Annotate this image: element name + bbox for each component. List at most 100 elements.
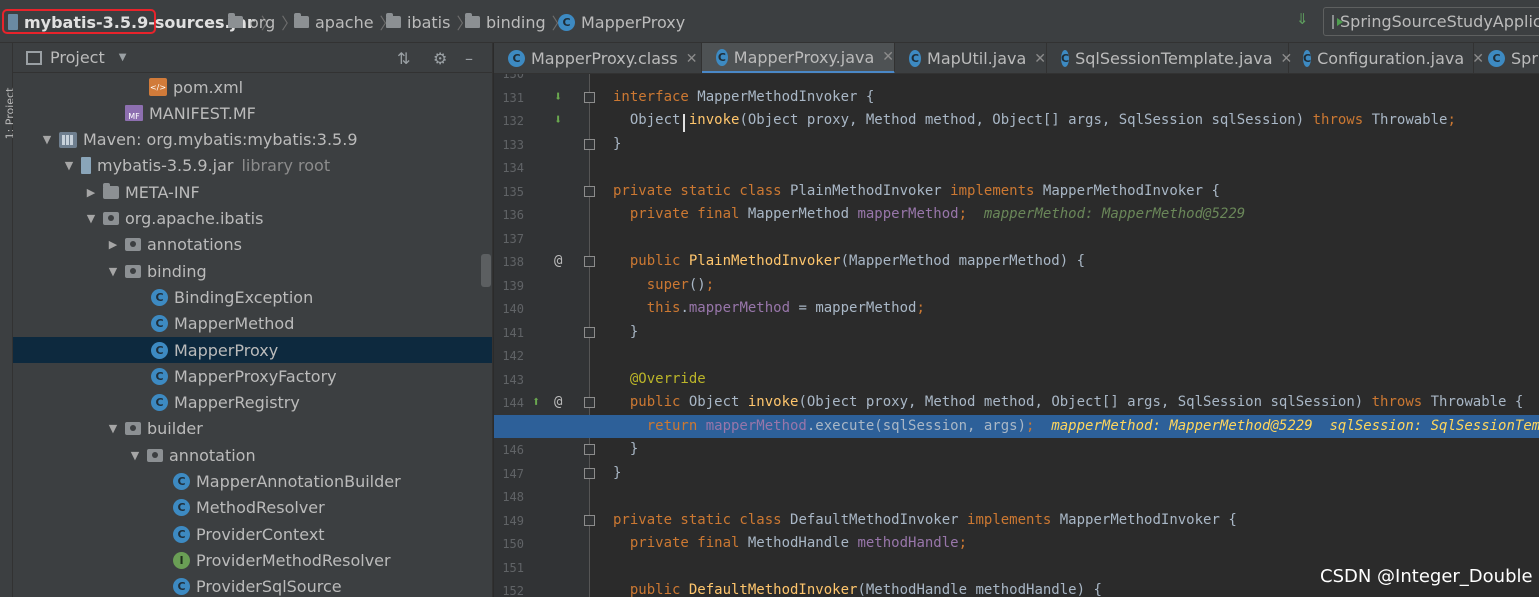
class-icon: C — [151, 394, 168, 412]
class-icon: C — [173, 578, 190, 596]
project-panel-header: Project ▼ ⇅ ⚙ – — [13, 43, 492, 73]
editor-tab[interactable]: C MapperProxy.class ✕ — [494, 43, 702, 73]
expand-arrow-icon[interactable]: ▼ — [63, 159, 75, 172]
expand-arrow-icon[interactable]: ▼ — [107, 265, 119, 278]
tree-item[interactable]: C ProviderContext — [13, 521, 492, 547]
tree-item[interactable]: ▼ mybatis-3.5.9.jar library root — [13, 153, 492, 179]
folder-icon — [465, 13, 480, 28]
class-icon: C — [151, 367, 168, 385]
code-line: } — [613, 441, 639, 457]
chevron-down-icon[interactable]: ▼ — [119, 52, 127, 63]
tree-item[interactable]: C MethodResolver — [13, 495, 492, 521]
tree-item[interactable]: ▼ builder — [13, 416, 492, 442]
breadcrumb-org[interactable]: org 〉 — [228, 11, 297, 33]
breadcrumb-ibatis[interactable]: ibatis 〉 — [386, 11, 472, 33]
code-line: private static class DefaultMethodInvoke… — [613, 511, 1237, 528]
editor-tab[interactable]: C MapperProxy.java ✕ — [702, 43, 895, 73]
tab-label: SqlSessionTemplate.java — [1075, 49, 1273, 68]
tree-item[interactable]: ▼ annotation — [13, 442, 492, 468]
tree-item-label: MapperAnnotationBuilder — [196, 472, 401, 491]
class-icon: C — [173, 499, 190, 517]
class-icon: C — [151, 288, 168, 306]
expand-arrow-icon[interactable]: ▼ — [107, 422, 119, 435]
class-icon: C — [151, 315, 168, 333]
expand-arrow-icon[interactable]: ▼ — [129, 449, 141, 462]
tree-item[interactable]: </> pom.xml — [13, 74, 492, 100]
class-icon: C — [1488, 50, 1505, 67]
collapse-arrow-icon[interactable]: ▶ — [107, 238, 119, 251]
tree-item-label: builder — [147, 419, 203, 439]
close-icon[interactable]: ✕ — [686, 51, 698, 67]
tree-item-label: ProviderSqlSource — [196, 577, 342, 597]
breadcrumb-apache[interactable]: apache 〉 — [294, 11, 396, 33]
code-line: private static class PlainMethodInvoker … — [613, 182, 1220, 199]
tree-item[interactable]: C MapperProxyFactory — [13, 363, 492, 389]
tree-item[interactable]: ▼ Maven: org.mybatis:mybatis:3.5.9 — [13, 127, 492, 153]
gear-icon[interactable]: ⚙ — [433, 49, 447, 68]
code-line: public PlainMethodInvoker(MapperMethod m… — [613, 253, 1086, 269]
tree-item-label: binding — [147, 261, 207, 281]
vcs-update-button[interactable]: ⇓ — [1296, 10, 1309, 28]
tree-item-label: annotation — [169, 445, 256, 465]
class-icon: C — [508, 50, 525, 67]
watermark: CSDN @Integer_Double — [1320, 566, 1533, 587]
project-panel: Project ▼ ⇅ ⚙ – </> pom.xml MF MANIFEST.MF ▼… — [13, 43, 493, 597]
tree-scrollbar[interactable] — [481, 254, 491, 287]
package-icon — [125, 264, 141, 278]
editor-tab[interactable]: C SqlSessionTemplate.java ✕ — [1047, 43, 1292, 73]
tree-item-label: ProviderContext — [196, 524, 325, 544]
run-config-icon — [1332, 14, 1343, 29]
code-line: public Object invoke(Object proxy, Metho… — [613, 394, 1524, 410]
tree-item-label: MapperMethod — [174, 314, 295, 334]
expand-arrow-icon[interactable]: ▼ — [85, 212, 97, 225]
close-icon[interactable]: ✕ — [882, 49, 894, 65]
jar-icon — [81, 157, 91, 175]
tree-item-label: org.apache.ibatis — [125, 209, 264, 228]
tree-item[interactable]: C ProviderSqlSource — [13, 574, 492, 597]
breadcrumb-mapperproxy[interactable]: C MapperProxy — [558, 11, 685, 33]
editor-tab[interactable]: C MapUtil.java ✕ — [895, 43, 1047, 73]
tree-item[interactable]: MF MANIFEST.MF — [13, 100, 492, 126]
xml-file-icon: </> — [149, 78, 167, 96]
tree-item[interactable]: ▼ binding — [13, 258, 492, 284]
tree-item[interactable]: ▼ org.apache.ibatis — [13, 206, 492, 232]
jar-icon — [8, 14, 18, 30]
tree-item[interactable]: ▶ annotations — [13, 232, 492, 258]
close-icon[interactable]: ✕ — [1034, 51, 1046, 67]
package-icon — [147, 448, 163, 462]
class-icon: C — [909, 50, 922, 67]
tree-item-label: ProviderMethodResolver — [196, 550, 391, 570]
folder-icon — [103, 182, 119, 199]
tree-item-label: MapperRegistry — [174, 393, 300, 413]
run-configuration-selector[interactable]: SpringSourceStudyApplication — [1323, 7, 1539, 36]
editor-tab[interactable]: C Configuration.java ✕ — [1289, 43, 1484, 73]
tree-item[interactable]: C BindingException — [13, 284, 492, 310]
tree-item-label: MapperProxyFactory — [174, 366, 337, 386]
tree-item[interactable]: C MapperMethod — [13, 311, 492, 337]
tree-item[interactable]: I ProviderMethodResolver — [13, 547, 492, 573]
folder-icon — [386, 13, 401, 28]
code-editor[interactable]: 130 131 132 133 134 135 136 137 138 139 140 141 142 1… — [494, 74, 1539, 597]
editor-tab[interactable]: C Spr — [1474, 43, 1539, 73]
tree-item[interactable]: C MapperRegistry — [13, 390, 492, 416]
code-line: interface MapperMethodInvoker { — [613, 88, 875, 105]
collapse-all-icon[interactable]: ⇅ — [397, 49, 410, 68]
code-line: private final MethodHandle methodHandle; — [613, 535, 968, 551]
tree-item[interactable]: C MapperProxy — [13, 337, 492, 363]
hide-panel-icon[interactable]: – — [465, 49, 473, 68]
project-icon — [26, 50, 42, 65]
expand-arrow-icon[interactable]: ▼ — [41, 133, 53, 146]
tree-item[interactable]: ▶ META-INF — [13, 179, 492, 205]
class-icon: C — [1061, 50, 1070, 67]
project-view-selector[interactable]: Project — [50, 48, 105, 67]
breadcrumb-binding[interactable]: binding 〉 — [465, 11, 568, 33]
package-icon — [125, 422, 141, 436]
tab-label: MapUtil.java — [927, 49, 1027, 68]
collapse-arrow-icon[interactable]: ▶ — [85, 186, 97, 199]
tab-label: MapperProxy.class — [531, 49, 678, 68]
tree-item[interactable]: C MapperAnnotationBuilder — [13, 469, 492, 495]
